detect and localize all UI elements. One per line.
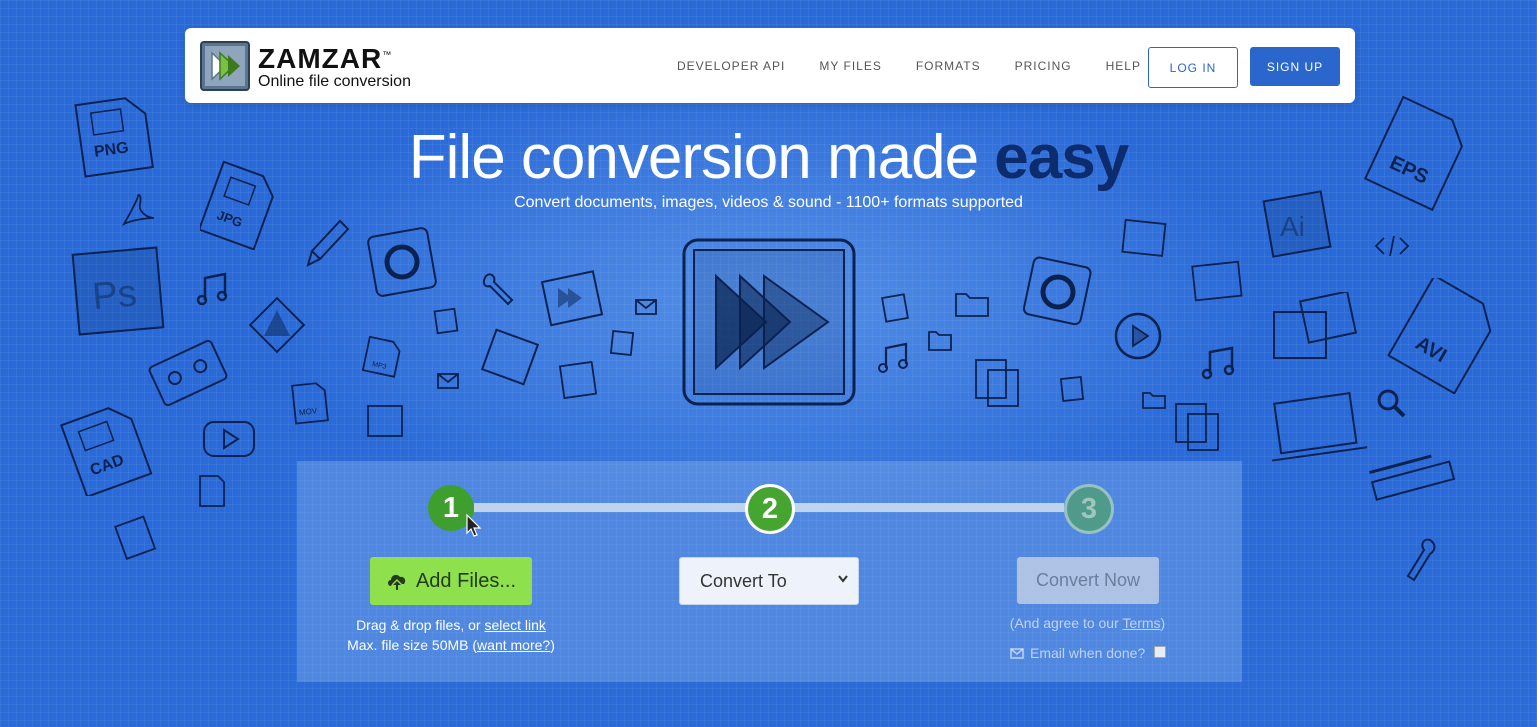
- image-tile-icon: [364, 402, 406, 440]
- email-option: Email when done?: [1010, 645, 1145, 661]
- small-file-icon-3: [196, 472, 228, 510]
- music-note-icon: [195, 272, 231, 306]
- nav-links: DEVELOPER API MY FILES FORMATS PRICING H…: [677, 28, 1175, 103]
- id-card-icon: [556, 358, 600, 402]
- nav-pricing[interactable]: PRICING: [1015, 59, 1072, 73]
- small-file-icon: [432, 306, 460, 336]
- signup-button[interactable]: SIGN UP: [1250, 47, 1340, 86]
- folder-icon: [952, 286, 992, 320]
- refresh-tile-icon-2: [1020, 256, 1096, 328]
- nav-my-files[interactable]: MY FILES: [819, 59, 881, 73]
- agree-close-text: ): [1160, 615, 1166, 631]
- ps-label: Ps: [91, 272, 139, 318]
- image-stack-icon: [1120, 214, 1170, 260]
- film-icon: [1190, 260, 1246, 304]
- step-connector-2: [792, 503, 1064, 512]
- mp3-file-doodle: MP3: [360, 336, 406, 378]
- hero-title-plain: File conversion made: [408, 123, 995, 192]
- central-zamzar-logo: [680, 236, 858, 408]
- nav-developer-api[interactable]: DEVELOPER API: [677, 59, 785, 73]
- cloud-upload-icon: [387, 574, 406, 590]
- login-button[interactable]: LOG IN: [1148, 47, 1238, 88]
- ai-label: Ai: [1280, 211, 1305, 242]
- nav-help[interactable]: HELP: [1106, 59, 1141, 73]
- add-files-button[interactable]: Add Files...: [370, 557, 532, 605]
- max-size-text: Max. file size 50MB (: [347, 637, 478, 653]
- envelope-icon-2: [436, 372, 460, 390]
- agree-open-text: (And agree to our: [1009, 615, 1123, 631]
- mail-icon: [1010, 648, 1024, 659]
- film-strip-icon: [478, 326, 542, 388]
- top-navbar: ZAMZAR™ Online file conversion DEVELOPER…: [185, 28, 1355, 103]
- mov-label: MOV: [298, 406, 318, 417]
- photoshop-icon: Ps: [70, 245, 166, 337]
- ruler-pencil-icon: [1366, 448, 1456, 506]
- hero-subtitle: Convert documents, images, videos & soun…: [514, 194, 1023, 211]
- terms-link[interactable]: Terms: [1122, 615, 1160, 631]
- triangle-tile-icon: [244, 292, 310, 358]
- music-note-icon-3: [1200, 346, 1238, 380]
- avi-label: AVI: [1412, 332, 1451, 367]
- step-connector-1: [474, 503, 746, 512]
- max-size-close: ): [550, 637, 555, 653]
- select-link[interactable]: select link: [484, 617, 545, 633]
- email-label: Email when done?: [1030, 645, 1146, 661]
- brand-tagline: Online file conversion: [258, 73, 411, 90]
- clipboard-icon: [972, 356, 1026, 410]
- small-file-icon-2: [608, 328, 636, 358]
- small-file-icon-5: [1058, 374, 1086, 404]
- zamzar-logo[interactable]: ZAMZAR™ Online file conversion: [200, 41, 430, 91]
- convert-now-button[interactable]: Convert Now: [1017, 557, 1159, 604]
- forward-tile-icon: [540, 268, 606, 328]
- small-file-icon-4: [880, 292, 910, 324]
- email-checkbox[interactable]: [1154, 646, 1166, 658]
- step-2-indicator: 2: [745, 484, 795, 534]
- drag-drop-text: Drag & drop files, or: [356, 617, 485, 633]
- folder-icon-2: [926, 326, 954, 354]
- folder-icon-3: [1140, 388, 1168, 412]
- mp3-label: MP3: [371, 361, 387, 371]
- step-3-indicator: 3: [1064, 484, 1114, 534]
- cad-small-doodle: [114, 514, 160, 560]
- hero-title-bold: easy: [994, 123, 1129, 192]
- terms-agreement: (And agree to our Terms): [1000, 615, 1175, 631]
- add-files-label: Add Files...: [415, 569, 517, 592]
- video-play-icon: [200, 418, 258, 460]
- wrench-icon: [480, 270, 516, 306]
- magnifier-icon: [1374, 386, 1408, 420]
- want-more-link[interactable]: want more?: [477, 637, 550, 653]
- play-circle-icon: [1112, 310, 1164, 362]
- pencil-icon: [302, 215, 352, 271]
- mov-file-doodle: MOV: [290, 380, 330, 426]
- avi-file-doodle: AVI: [1380, 278, 1514, 394]
- brand-name: ZAMZAR™: [258, 43, 392, 75]
- cassette-icon: [146, 330, 230, 416]
- mouse-cursor-icon: [466, 514, 482, 537]
- convert-to-select[interactable]: Convert To: [679, 557, 859, 605]
- music-note-icon-2: [876, 342, 912, 374]
- trademark: ™: [382, 49, 393, 60]
- drag-drop-hint: Drag & drop files, or select link: [297, 617, 605, 633]
- zamzar-logo-icon: [200, 41, 250, 91]
- code-icon: [1374, 232, 1410, 260]
- refresh-tile-icon: [366, 226, 438, 298]
- nav-formats[interactable]: FORMATS: [916, 59, 981, 73]
- laptop-icon: [1264, 390, 1370, 466]
- cad-label: CAD: [88, 452, 126, 480]
- wrench-icon-2: [1402, 536, 1442, 586]
- envelope-icon: [634, 298, 658, 316]
- clipboard-icon-2: [1172, 400, 1226, 454]
- max-size-hint: Max. file size 50MB (want more?): [297, 637, 605, 653]
- hero-title: File conversion made easy: [0, 122, 1537, 193]
- cad-file-doodle: CAD: [60, 400, 160, 496]
- brand-name-text: ZAMZAR: [258, 43, 383, 74]
- photo-frame-icon: [1270, 292, 1362, 362]
